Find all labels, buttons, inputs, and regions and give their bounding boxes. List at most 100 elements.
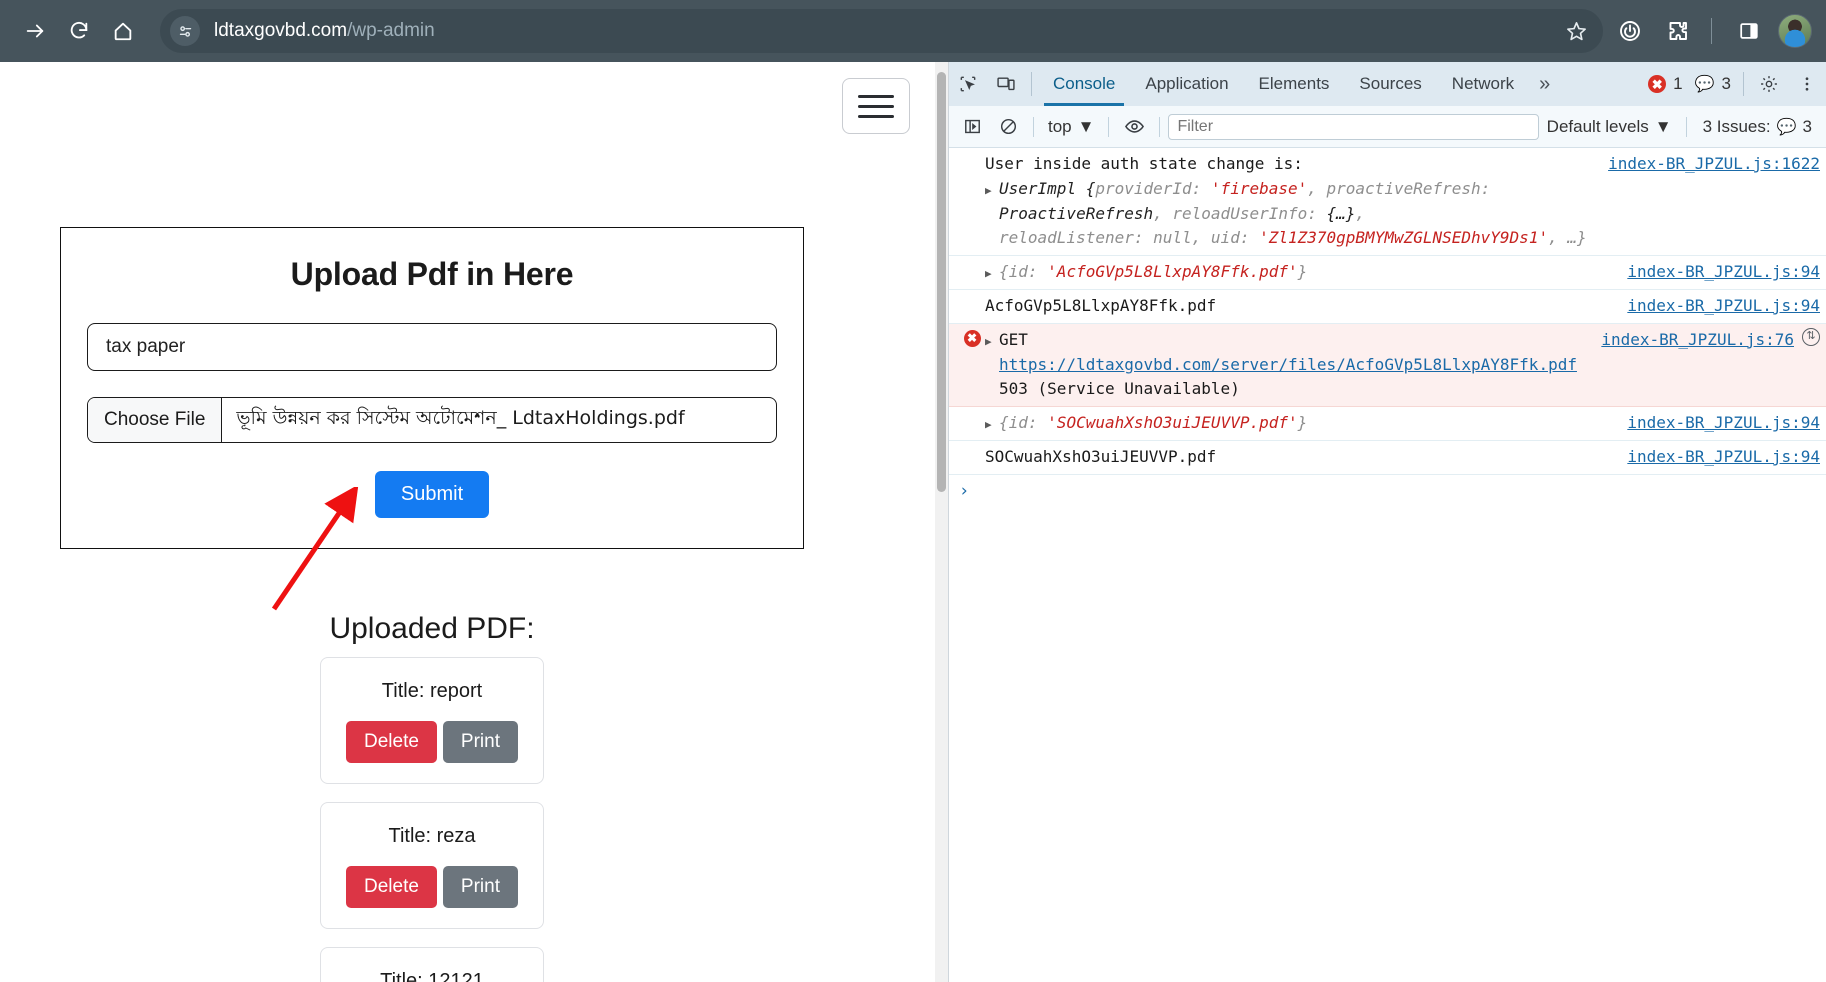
error-icon: ✖: [1648, 75, 1667, 93]
request-url-link[interactable]: https://ldtaxgovbd.com/server/files/Acfo…: [999, 355, 1577, 374]
error-count-badge[interactable]: ✖ 1: [1642, 62, 1688, 106]
home-icon[interactable]: [102, 10, 144, 52]
live-expression-eye-icon[interactable]: [1117, 112, 1151, 142]
log-source-link[interactable]: index-BR_JPZUL.js:94: [1613, 260, 1820, 285]
clear-console-icon[interactable]: [991, 112, 1025, 142]
chevron-down-icon: ▼: [1077, 116, 1095, 136]
pdf-card-title: Title: 12121: [380, 970, 484, 982]
console-log-row[interactable]: ▶ {id: 'AcfoGVp5L8LlxpAY8Ffk.pdf'} index…: [949, 256, 1826, 290]
filterbar-divider: [1685, 116, 1687, 137]
reload-icon[interactable]: [58, 10, 100, 52]
page-scrollbar-thumb[interactable]: [937, 72, 946, 492]
extensions-puzzle-icon[interactable]: [1657, 10, 1699, 52]
log-source-link[interactable]: index-BR_JPZUL.js:94: [1613, 411, 1820, 436]
log-gutter: [959, 411, 985, 413]
inspect-element-icon[interactable]: [949, 62, 987, 106]
http-method: GET: [999, 329, 1028, 349]
bookmark-star-icon[interactable]: [1557, 12, 1595, 50]
side-panel-icon[interactable]: [1728, 10, 1770, 52]
profile-avatar[interactable]: [1778, 14, 1812, 48]
console-output[interactable]: User inside auth state change is: ▶ User…: [949, 148, 1826, 982]
log-message: User inside auth state change is: ▶ User…: [985, 152, 1820, 251]
tab-sources[interactable]: Sources: [1344, 62, 1436, 106]
object-key: id: [1008, 413, 1028, 433]
toolbar-divider: [1711, 18, 1712, 44]
delete-button[interactable]: Delete: [346, 866, 437, 908]
log-source-link[interactable]: index-BR_JPZUL.js:1622: [1594, 152, 1820, 177]
log-gutter: [959, 152, 985, 154]
gear-icon[interactable]: [1750, 62, 1788, 106]
log-message: {id: 'SOCwuahXshO3uiJEUVVP.pdf'}: [999, 413, 1308, 433]
object-value: null: [1153, 228, 1192, 248]
tab-application[interactable]: Application: [1130, 62, 1243, 106]
uploaded-pdf-heading: Uploaded PDF:: [329, 612, 535, 645]
power-extension-icon[interactable]: [1609, 10, 1651, 52]
pdf-card-title: Title: report: [381, 680, 483, 702]
device-toolbar-icon[interactable]: [987, 62, 1025, 106]
console-log-row[interactable]: SOCwuahXshO3uiJEUVVP.pdf index-BR_JPZUL.…: [949, 441, 1826, 475]
expand-triangle-icon[interactable]: ▶: [985, 328, 999, 350]
console-log-row[interactable]: AcfoGVp5L8LlxpAY8Ffk.pdf index-BR_JPZUL.…: [949, 290, 1826, 324]
card-actions: Delete Print: [337, 866, 527, 908]
more-tabs-button[interactable]: »: [1529, 62, 1560, 106]
browser-toolbar: ldtaxgovbd.com/wp-admin: [0, 0, 1826, 62]
file-picker-row[interactable]: Choose File ভূমি উন্নয়ন কর সিস্টেম অটোম…: [87, 397, 777, 443]
card-actions: Delete Print: [337, 721, 527, 763]
log-source-link[interactable]: index-BR_JPZUL.js:94: [1613, 445, 1820, 470]
delete-button[interactable]: Delete: [346, 721, 437, 763]
execution-context-value: top: [1048, 116, 1072, 136]
log-levels-select[interactable]: Default levels ▼: [1541, 117, 1678, 137]
tab-network[interactable]: Network: [1437, 62, 1529, 106]
page-scrollbar[interactable]: [935, 62, 948, 982]
object-value: {…}: [1326, 203, 1356, 223]
execution-context-select[interactable]: top ▼: [1042, 117, 1100, 137]
console-log-row[interactable]: ▶ {id: 'SOCwuahXshO3uiJEUVVP.pdf'} index…: [949, 407, 1826, 441]
kebab-menu-icon[interactable]: [1788, 62, 1826, 106]
tab-elements[interactable]: Elements: [1244, 62, 1345, 106]
choose-file-button[interactable]: Choose File: [88, 398, 223, 442]
log-source-link[interactable]: index-BR_JPZUL.js:94: [1613, 294, 1820, 319]
object-value: 'firebase': [1210, 178, 1308, 198]
console-prompt[interactable]: ›: [949, 475, 1826, 507]
expand-triangle-icon[interactable]: ▶: [985, 260, 999, 282]
console-log-row[interactable]: User inside auth state change is: ▶ User…: [949, 148, 1826, 257]
tab-console[interactable]: Console: [1038, 62, 1130, 106]
issues-bar-button[interactable]: 3 Issues: 💬 3: [1695, 117, 1820, 137]
print-button[interactable]: Print: [442, 866, 518, 908]
tabbar-spacer: [1560, 62, 1642, 106]
xhr-request-icon[interactable]: ⇅: [1802, 327, 1820, 346]
log-gutter: [959, 294, 985, 296]
message-count-badge[interactable]: 💬 3: [1689, 62, 1737, 106]
expand-triangle-icon[interactable]: ▶: [985, 411, 999, 433]
object-key: providerId: [1095, 178, 1192, 198]
print-button[interactable]: Print: [442, 721, 518, 763]
error-count-value: 1: [1673, 74, 1683, 93]
console-filter-input[interactable]: [1168, 113, 1539, 140]
log-gutter: [959, 260, 985, 262]
object-key: reloadListener: [999, 228, 1134, 248]
submit-button[interactable]: Submit: [374, 471, 490, 518]
console-sidebar-icon[interactable]: [955, 112, 989, 142]
hamburger-line: [858, 94, 894, 98]
console-error-row[interactable]: ✖ ▶ GET https://ldtaxgovbd.com/server/fi…: [949, 323, 1826, 408]
submit-row: Submit: [87, 471, 777, 518]
pdf-title-input[interactable]: [87, 323, 777, 371]
menu-hamburger-button[interactable]: [842, 78, 910, 134]
log-gutter: [959, 445, 985, 447]
object-value: 'SOCwuahXshO3uiJEUVVP.pdf': [1047, 413, 1298, 433]
issue-message-icon: 💬: [1776, 118, 1797, 136]
hamburger-line: [858, 114, 894, 118]
chevron-down-icon: ▼: [1654, 116, 1672, 136]
pdf-card-title: Title: reza: [388, 825, 476, 847]
web-page-pane: Upload Pdf in Here Choose File ভূমি উন্ন…: [0, 62, 935, 982]
object-key: uid: [1210, 228, 1240, 248]
log-source-link[interactable]: index-BR_JPZUL.js:76: [1587, 328, 1794, 353]
site-settings-icon[interactable]: [170, 16, 200, 46]
address-bar[interactable]: ldtaxgovbd.com/wp-admin: [160, 9, 1603, 53]
log-message: SOCwuahXshO3uiJEUVVP.pdf: [985, 446, 1217, 466]
message-icon: 💬: [1694, 76, 1715, 93]
address-bar-url: ldtaxgovbd.com/wp-admin: [214, 20, 1557, 42]
forward-arrow-icon[interactable]: [14, 10, 56, 52]
list-item: Title: report Delete Print: [320, 657, 544, 784]
expand-triangle-icon[interactable]: ▶: [985, 177, 999, 251]
